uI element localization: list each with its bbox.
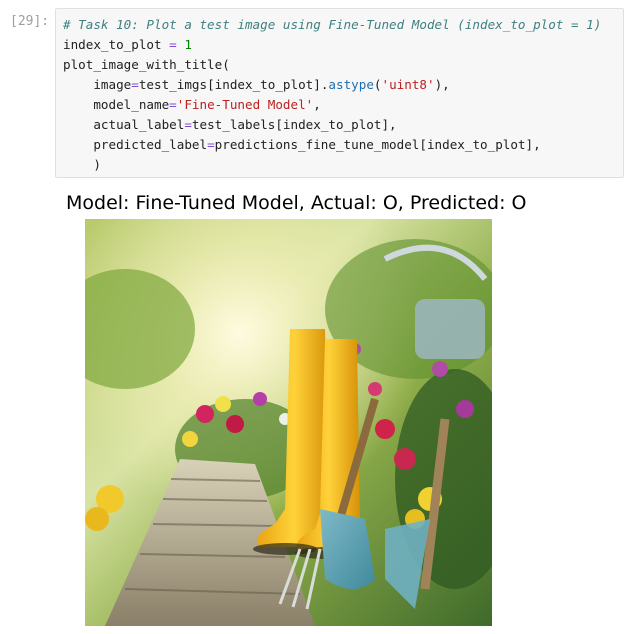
cell-prompt: [29]: bbox=[10, 14, 50, 29]
code-token: index_to_plot bbox=[63, 37, 162, 52]
code-line-3: plot_image_with_title( bbox=[63, 55, 623, 75]
code-token: ( bbox=[373, 77, 382, 92]
garden-photo-image bbox=[85, 219, 492, 626]
code-number: 1 bbox=[184, 37, 192, 52]
code-token: ), bbox=[434, 77, 450, 92]
plot-title: Model: Fine-Tuned Model, Actual: O, Pred… bbox=[66, 192, 527, 214]
code-string: 'uint8' bbox=[381, 77, 435, 92]
code-line-5: model_name='Fine-Tuned Model', bbox=[63, 95, 623, 115]
code-operator: = bbox=[169, 97, 177, 112]
code-method: astype bbox=[328, 77, 374, 92]
code-token: , bbox=[313, 97, 321, 112]
code-line-8: ) bbox=[63, 155, 623, 175]
code-token: image bbox=[63, 77, 132, 92]
code-line-1: # Task 10: Plot a test image using Fine-… bbox=[63, 15, 623, 35]
code-comment: # Task 10: Plot a test image using Fine-… bbox=[63, 17, 602, 32]
code-token: predictions_fine_tune_model[index_to_plo… bbox=[214, 137, 541, 152]
code-line-7: predicted_label=predictions_fine_tune_mo… bbox=[63, 135, 623, 155]
code-line-6: actual_label=test_labels[index_to_plot], bbox=[63, 115, 623, 135]
code-line-4: image=test_imgs[index_to_plot].astype('u… bbox=[63, 75, 623, 95]
code-operator: = bbox=[184, 117, 192, 132]
code-token: test_labels[index_to_plot], bbox=[191, 117, 397, 132]
code-token: model_name bbox=[63, 97, 170, 112]
code-cell[interactable]: # Task 10: Plot a test image using Fine-… bbox=[55, 8, 624, 178]
cell-output: Model: Fine-Tuned Model, Actual: O, Pred… bbox=[55, 186, 535, 634]
code-operator: = bbox=[207, 137, 215, 152]
code-string: 'Fine-Tuned Model' bbox=[176, 97, 314, 112]
code-token: ) bbox=[63, 157, 101, 172]
code-token: predicted_label bbox=[63, 137, 208, 152]
code-token: plot_image_with_title( bbox=[63, 57, 230, 72]
code-operator: = bbox=[169, 37, 177, 52]
code-line-2: index_to_plot = 1 bbox=[63, 35, 623, 55]
code-operator: = bbox=[131, 77, 139, 92]
code-editor[interactable]: # Task 10: Plot a test image using Fine-… bbox=[56, 9, 623, 175]
notebook: [29]: # Task 10: Plot a test image using… bbox=[0, 0, 627, 634]
code-token: actual_label bbox=[63, 117, 185, 132]
code-token: test_imgs[index_to_plot]. bbox=[138, 77, 329, 92]
